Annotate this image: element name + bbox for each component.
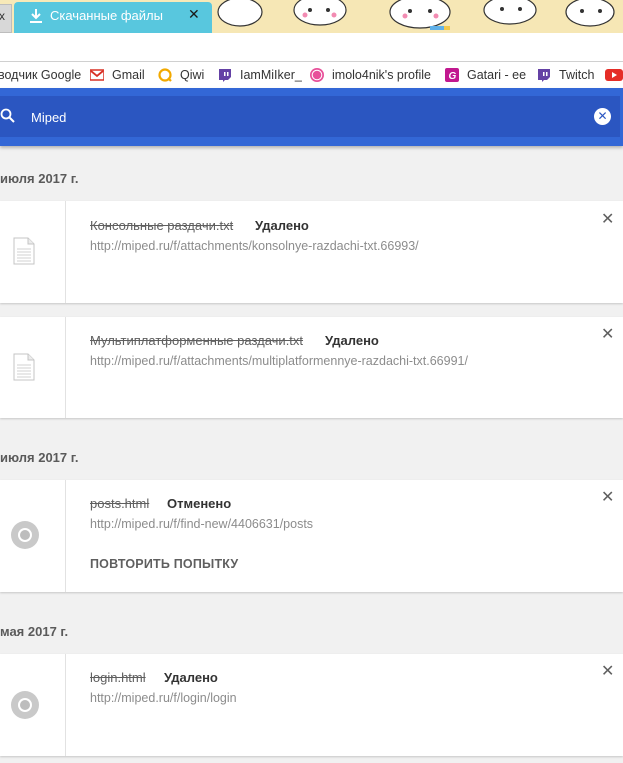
chrome-icon xyxy=(11,691,39,719)
bookmark-youtube[interactable] xyxy=(605,68,623,82)
tab-close-icon[interactable]: ✕ xyxy=(188,6,200,23)
remove-item-icon[interactable]: ✕ xyxy=(601,209,614,229)
tab-title: Скачанные файлы xyxy=(50,8,163,23)
tab-strip-decoration xyxy=(210,0,623,33)
gmail-icon xyxy=(90,69,104,81)
bookmark-twitch[interactable]: Twitch xyxy=(537,68,594,82)
download-item: posts.html Отменено http://miped.ru/f/fi… xyxy=(0,480,623,592)
source-url-link[interactable]: http://miped.ru/f/attachments/multiplatf… xyxy=(90,354,468,368)
remove-item-icon[interactable]: ✕ xyxy=(601,487,614,507)
bookmark-gatari[interactable]: G Gatari - ee xyxy=(445,68,526,82)
bookmark-twitch-iammiiker[interactable]: IamMiIker_ xyxy=(218,68,302,82)
bookmark-label: водчик Google xyxy=(0,68,82,82)
date-header: июля 2017 г. xyxy=(0,450,79,465)
bookmark-label: Gmail xyxy=(112,68,145,82)
download-item: Мультиплатформенные раздачи.txt Удалено … xyxy=(0,317,623,418)
download-status: Удалено xyxy=(255,218,309,233)
search-input[interactable] xyxy=(31,107,571,127)
download-status: Удалено xyxy=(164,670,218,685)
download-status: Удалено xyxy=(325,333,379,348)
twitch-icon xyxy=(538,69,550,82)
date-header: мая 2017 г. xyxy=(0,624,69,639)
retry-button[interactable]: ПОВТОРИТЬ ПОПЫТКУ xyxy=(90,557,238,571)
chrome-icon xyxy=(11,521,39,549)
previous-tab[interactable]: x xyxy=(0,4,12,33)
active-tab[interactable]: Скачанные файлы ✕ xyxy=(14,2,212,33)
remove-item-icon[interactable]: ✕ xyxy=(601,661,614,681)
card-divider xyxy=(65,201,66,303)
card-divider xyxy=(65,317,66,418)
file-name-link[interactable]: posts.html xyxy=(90,496,149,511)
tab-strip: x Скачанные файлы ✕ xyxy=(0,0,623,33)
bookmarks-bar: водчик Google Gmail Qiwi IamMiIker_ imol… xyxy=(0,62,623,88)
bookmark-label: IamMiIker_ xyxy=(240,68,302,82)
bookmark-label: imolo4nik's profile xyxy=(332,68,431,82)
bookmark-label: Qiwi xyxy=(180,68,205,82)
date-header: июля 2017 г. xyxy=(0,171,79,186)
remove-item-icon[interactable]: ✕ xyxy=(601,324,614,344)
gatari-icon: G xyxy=(445,68,459,82)
svg-text:G: G xyxy=(449,71,457,82)
bookmark-gmail[interactable]: Gmail xyxy=(90,68,145,82)
source-url-link[interactable]: http://miped.ru/f/find-new/4406631/posts xyxy=(90,517,313,531)
qiwi-icon xyxy=(158,68,172,82)
card-divider xyxy=(65,480,66,592)
document-icon xyxy=(13,353,35,381)
download-status: Отменено xyxy=(167,496,232,511)
previous-tab-close-icon[interactable]: x xyxy=(0,9,5,23)
file-name-link[interactable]: login.html xyxy=(90,670,146,685)
bookmark-qiwi[interactable]: Qiwi xyxy=(158,68,204,82)
clear-search-icon[interactable]: ✕ xyxy=(594,108,611,125)
twitch-icon xyxy=(219,69,231,82)
youtube-icon xyxy=(605,69,623,81)
osu-icon xyxy=(310,68,324,82)
bookmark-label: Twitch xyxy=(559,68,595,82)
download-item: login.html Удалено http://miped.ru/f/log… xyxy=(0,654,623,756)
downloads-toolbar: ✕ xyxy=(0,88,623,146)
bookmark-label: Gatari - ee xyxy=(467,68,527,82)
source-url-link[interactable]: http://miped.ru/f/attachments/konsolnye-… xyxy=(90,239,419,253)
search-icon xyxy=(0,108,15,123)
card-divider xyxy=(65,654,66,756)
document-icon xyxy=(13,237,35,265)
bookmark-osu-profile[interactable]: imolo4nik's profile xyxy=(310,68,431,82)
search-box[interactable]: ✕ xyxy=(0,96,620,137)
bookmark-google-translate[interactable]: водчик Google xyxy=(0,68,81,82)
download-icon xyxy=(30,9,42,23)
source-url-link[interactable]: http://miped.ru/f/login/login xyxy=(90,691,237,705)
address-bar[interactable] xyxy=(0,33,623,62)
file-name-link[interactable]: Мультиплатформенные раздачи.txt xyxy=(90,333,303,348)
file-name-link[interactable]: Консольные раздачи.txt xyxy=(90,218,233,233)
download-item: Консольные раздачи.txt Удалено http://mi… xyxy=(0,201,623,303)
